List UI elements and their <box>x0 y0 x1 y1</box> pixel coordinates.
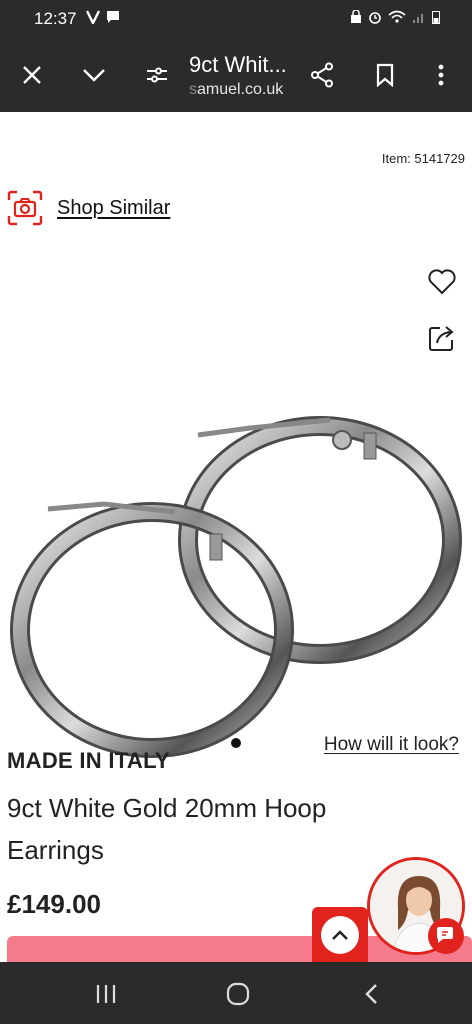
alarm-icon <box>369 12 381 24</box>
page-content: Item: 5141729 Shop Similar How will it l… <box>0 112 472 962</box>
back-button[interactable] <box>355 978 387 1010</box>
chevron-up-icon <box>332 930 348 940</box>
bookmark-button[interactable] <box>367 57 403 93</box>
heart-icon[interactable] <box>427 267 457 297</box>
browser-toolbar: 9ct Whit... samuel.co.uk <box>0 38 472 112</box>
page-url[interactable]: samuel.co.uk <box>189 81 283 99</box>
home-button[interactable] <box>222 978 254 1010</box>
chevron-down-icon <box>83 69 105 82</box>
how-will-it-look-link[interactable]: How will it look? <box>324 734 459 756</box>
signal-icon <box>413 14 423 23</box>
camera-icon <box>7 190 43 226</box>
share-out-icon[interactable] <box>427 323 457 353</box>
system-nav-bar <box>0 962 472 1024</box>
item-number: Item: 5141729 <box>381 151 465 166</box>
share-icon <box>311 62 333 88</box>
page-title[interactable]: 9ct Whit... <box>189 52 287 78</box>
carousel-indicator <box>231 738 241 748</box>
share-button[interactable] <box>304 57 340 93</box>
status-left-icons <box>86 10 120 24</box>
recents-icon <box>96 985 116 1003</box>
bookmark-icon <box>376 63 394 87</box>
recents-button[interactable] <box>90 978 122 1010</box>
wifi-icon <box>388 10 406 23</box>
close-tab-button[interactable] <box>14 57 50 93</box>
home-icon <box>226 982 250 1006</box>
scroll-to-top-button[interactable] <box>312 907 368 962</box>
page-settings-button[interactable] <box>139 57 175 93</box>
lock-notification-icon <box>351 10 361 23</box>
chat-button[interactable] <box>428 918 464 954</box>
url-domain: amuel.co.uk <box>197 81 284 98</box>
status-right-icons <box>350 10 440 24</box>
chat-icon <box>437 927 453 943</box>
scroll-top-circle <box>321 916 359 954</box>
battery-icon <box>432 11 440 24</box>
product-image[interactable] <box>0 290 472 770</box>
minimize-button[interactable] <box>76 57 112 93</box>
close-icon <box>23 66 41 84</box>
product-title: 9ct White Gold 20mm Hoop Earrings <box>7 793 327 865</box>
message-icon <box>107 11 119 23</box>
v-app-icon <box>86 10 100 24</box>
back-icon <box>365 984 377 1004</box>
more-options-button[interactable] <box>423 57 459 93</box>
url-prefix: s <box>189 81 197 98</box>
product-price: £149.00 <box>7 889 101 919</box>
more-vert-icon <box>438 64 444 86</box>
status-bar: 12:37 <box>0 0 472 38</box>
made-in-label: MADE IN ITALY <box>7 748 170 773</box>
shop-similar-label: Shop Similar <box>57 196 171 219</box>
shop-similar-link[interactable]: Shop Similar <box>7 190 170 226</box>
status-time: 12:37 <box>34 9 77 28</box>
page-settings-icon <box>147 67 167 83</box>
